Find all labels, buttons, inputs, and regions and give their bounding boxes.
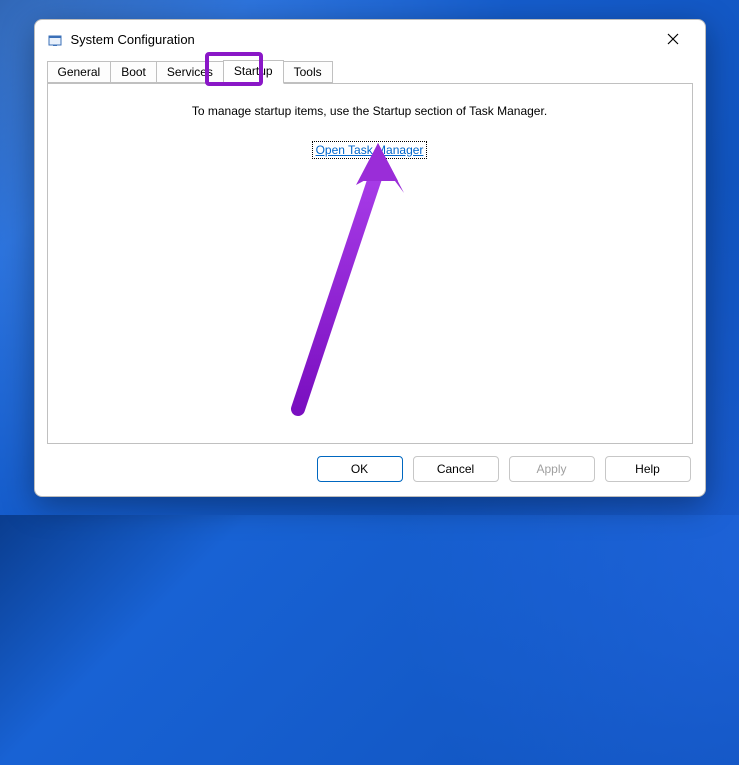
tab-services[interactable]: Services xyxy=(156,61,224,83)
open-task-manager-link[interactable]: Open Task Manager xyxy=(313,142,427,158)
tab-startup[interactable]: Startup xyxy=(223,60,284,84)
startup-panel: To manage startup items, use the Startup… xyxy=(47,83,693,444)
close-button[interactable] xyxy=(653,24,693,56)
titlebar: System Configuration xyxy=(35,20,705,60)
tab-tools[interactable]: Tools xyxy=(283,61,333,83)
msconfig-icon xyxy=(47,32,63,48)
apply-button: Apply xyxy=(509,456,595,482)
system-configuration-dialog: System Configuration General Boot Servic… xyxy=(34,19,706,497)
tab-boot[interactable]: Boot xyxy=(110,61,157,83)
tab-container: General Boot Services Startup Tools To m… xyxy=(35,60,705,456)
help-button[interactable]: Help xyxy=(605,456,691,482)
tab-bar: General Boot Services Startup Tools xyxy=(47,60,693,84)
annotation-arrow xyxy=(228,139,428,419)
close-icon xyxy=(667,32,679,48)
tab-general[interactable]: General xyxy=(47,61,112,83)
dialog-footer: OK Cancel Apply Help xyxy=(35,456,705,496)
cancel-button[interactable]: Cancel xyxy=(413,456,499,482)
window-title: System Configuration xyxy=(71,32,653,47)
startup-message: To manage startup items, use the Startup… xyxy=(68,104,672,118)
ok-button[interactable]: OK xyxy=(317,456,403,482)
